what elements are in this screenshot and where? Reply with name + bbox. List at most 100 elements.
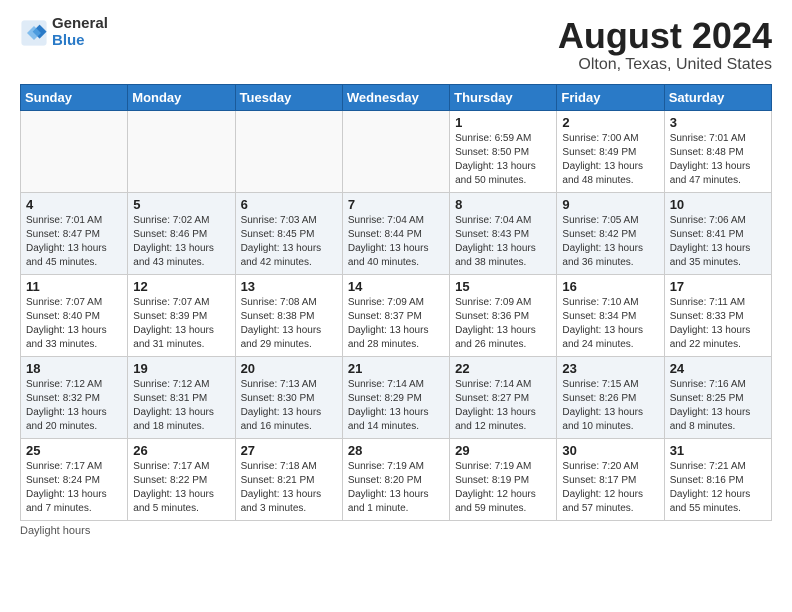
calendar-cell: 8 Sunrise: 7:04 AM Sunset: 8:43 PM Daylig… <box>450 192 557 274</box>
logo-icon <box>20 19 48 47</box>
day-number: 21 <box>348 361 444 376</box>
day-number: 16 <box>562 279 658 294</box>
day-number: 1 <box>455 115 551 130</box>
calendar-cell: 18Sunrise: 7:12 AM Sunset: 8:32 PM Dayli… <box>21 356 128 438</box>
calendar-cell: 10 Sunrise: 7:06 AM Sunset: 8:41 PM Dayli… <box>664 192 771 274</box>
day-number: 12 <box>133 279 229 294</box>
logo: General Blue <box>20 16 108 49</box>
calendar-cell <box>235 110 342 192</box>
day-info: Sunrise: 7:17 AM Sunset: 8:22 PM Dayligh… <box>133 460 229 516</box>
day-info: Sunrise: 7:07 AM Sunset: 8:39 PM Dayligh… <box>133 296 229 352</box>
day-number: 15 <box>455 279 551 294</box>
day-info: Sunrise: 7:20 AM Sunset: 8:17 PM Dayligh… <box>562 460 658 516</box>
calendar-cell: 17 Sunrise: 7:11 AM Sunset: 8:33 PM Dayli… <box>664 274 771 356</box>
day-number: 23 <box>562 361 658 376</box>
calendar-cell: 11 Sunrise: 7:07 AM Sunset: 8:40 PM Dayli… <box>21 274 128 356</box>
day-info: Sunrise: 7:12 AM Sunset: 8:31 PM Dayligh… <box>133 378 229 434</box>
calendar-cell: 24Sunrise: 7:16 AM Sunset: 8:25 PM Dayli… <box>664 356 771 438</box>
calendar-cell: 16 Sunrise: 7:10 AM Sunset: 8:34 PM Dayli… <box>557 274 664 356</box>
calendar-cell: 30 Sunrise: 7:20 AM Sunset: 8:17 PM Dayli… <box>557 438 664 520</box>
day-number: 19 <box>133 361 229 376</box>
calendar-cell: 26 Sunrise: 7:17 AM Sunset: 8:22 PM Dayli… <box>128 438 235 520</box>
day-info: Sunrise: 7:14 AM Sunset: 8:27 PM Dayligh… <box>455 378 551 434</box>
day-number: 8 <box>455 197 551 212</box>
day-info: Sunrise: 7:15 AM Sunset: 8:26 PM Dayligh… <box>562 378 658 434</box>
day-info: Sunrise: 7:06 AM Sunset: 8:41 PM Dayligh… <box>670 214 766 270</box>
day-number: 31 <box>670 443 766 458</box>
day-info: Sunrise: 7:04 AM Sunset: 8:43 PM Dayligh… <box>455 214 551 270</box>
day-number: 3 <box>670 115 766 130</box>
day-number: 7 <box>348 197 444 212</box>
logo-text: General Blue <box>52 16 108 49</box>
logo-line2: Blue <box>52 33 108 50</box>
title-block: August 2024 Olton, Texas, United States <box>558 16 772 74</box>
calendar-cell: 23 Sunrise: 7:15 AM Sunset: 8:26 PM Dayli… <box>557 356 664 438</box>
calendar-header-thursday: Thursday <box>450 84 557 110</box>
calendar-header-row: SundayMondayTuesdayWednesdayThursdayFrid… <box>21 84 772 110</box>
calendar-cell: 20 Sunrise: 7:13 AM Sunset: 8:30 PM Dayli… <box>235 356 342 438</box>
day-info: Sunrise: 7:05 AM Sunset: 8:42 PM Dayligh… <box>562 214 658 270</box>
day-info: Sunrise: 7:12 AM Sunset: 8:32 PM Dayligh… <box>26 378 122 434</box>
day-number: 28 <box>348 443 444 458</box>
calendar-cell: 3Sunrise: 7:01 AM Sunset: 8:48 PM Daylig… <box>664 110 771 192</box>
calendar-cell: 21Sunrise: 7:14 AM Sunset: 8:29 PM Dayli… <box>342 356 449 438</box>
calendar-cell <box>128 110 235 192</box>
day-info: Sunrise: 7:17 AM Sunset: 8:24 PM Dayligh… <box>26 460 122 516</box>
day-info: Sunrise: 7:19 AM Sunset: 8:19 PM Dayligh… <box>455 460 551 516</box>
day-number: 6 <box>241 197 337 212</box>
day-info: Sunrise: 7:08 AM Sunset: 8:38 PM Dayligh… <box>241 296 337 352</box>
calendar-cell: 1Sunrise: 6:59 AM Sunset: 8:50 PM Daylig… <box>450 110 557 192</box>
day-info: Sunrise: 7:18 AM Sunset: 8:21 PM Dayligh… <box>241 460 337 516</box>
logo-line1: General <box>52 16 108 33</box>
calendar-table: SundayMondayTuesdayWednesdayThursdayFrid… <box>20 84 772 521</box>
calendar-cell: 12 Sunrise: 7:07 AM Sunset: 8:39 PM Dayli… <box>128 274 235 356</box>
calendar-cell: 19 Sunrise: 7:12 AM Sunset: 8:31 PM Dayli… <box>128 356 235 438</box>
day-number: 5 <box>133 197 229 212</box>
day-number: 22 <box>455 361 551 376</box>
day-number: 9 <box>562 197 658 212</box>
day-number: 25 <box>26 443 122 458</box>
day-number: 17 <box>670 279 766 294</box>
calendar-week-1: 1Sunrise: 6:59 AM Sunset: 8:50 PM Daylig… <box>21 110 772 192</box>
footer-note: Daylight hours <box>20 525 772 537</box>
calendar-cell: 14 Sunrise: 7:09 AM Sunset: 8:37 PM Dayli… <box>342 274 449 356</box>
calendar-cell: 4 Sunrise: 7:01 AM Sunset: 8:47 PM Daylig… <box>21 192 128 274</box>
calendar-week-2: 4 Sunrise: 7:01 AM Sunset: 8:47 PM Daylig… <box>21 192 772 274</box>
day-info: Sunrise: 7:01 AM Sunset: 8:47 PM Dayligh… <box>26 214 122 270</box>
header: General Blue August 2024 Olton, Texas, U… <box>20 16 772 74</box>
calendar-cell: 13 Sunrise: 7:08 AM Sunset: 8:38 PM Dayli… <box>235 274 342 356</box>
calendar-cell: 29Sunrise: 7:19 AM Sunset: 8:19 PM Dayli… <box>450 438 557 520</box>
calendar-header-sunday: Sunday <box>21 84 128 110</box>
day-number: 2 <box>562 115 658 130</box>
day-number: 4 <box>26 197 122 212</box>
day-info: Sunrise: 7:10 AM Sunset: 8:34 PM Dayligh… <box>562 296 658 352</box>
calendar-header-friday: Friday <box>557 84 664 110</box>
day-number: 30 <box>562 443 658 458</box>
day-number: 20 <box>241 361 337 376</box>
day-number: 13 <box>241 279 337 294</box>
page: General Blue August 2024 Olton, Texas, U… <box>0 0 792 547</box>
calendar-week-5: 25 Sunrise: 7:17 AM Sunset: 8:24 PM Dayli… <box>21 438 772 520</box>
day-info: Sunrise: 7:21 AM Sunset: 8:16 PM Dayligh… <box>670 460 766 516</box>
day-info: Sunrise: 7:13 AM Sunset: 8:30 PM Dayligh… <box>241 378 337 434</box>
calendar-week-3: 11 Sunrise: 7:07 AM Sunset: 8:40 PM Dayli… <box>21 274 772 356</box>
day-info: Sunrise: 7:00 AM Sunset: 8:49 PM Dayligh… <box>562 132 658 188</box>
day-number: 11 <box>26 279 122 294</box>
day-info: Sunrise: 7:09 AM Sunset: 8:37 PM Dayligh… <box>348 296 444 352</box>
calendar-cell: 31 Sunrise: 7:21 AM Sunset: 8:16 PM Dayli… <box>664 438 771 520</box>
day-info: Sunrise: 7:11 AM Sunset: 8:33 PM Dayligh… <box>670 296 766 352</box>
calendar-cell: 7Sunrise: 7:04 AM Sunset: 8:44 PM Daylig… <box>342 192 449 274</box>
calendar-cell: 6Sunrise: 7:03 AM Sunset: 8:45 PM Daylig… <box>235 192 342 274</box>
calendar-header-monday: Monday <box>128 84 235 110</box>
day-info: Sunrise: 7:07 AM Sunset: 8:40 PM Dayligh… <box>26 296 122 352</box>
calendar-cell <box>21 110 128 192</box>
day-number: 24 <box>670 361 766 376</box>
calendar-cell <box>342 110 449 192</box>
calendar-cell: 2 Sunrise: 7:00 AM Sunset: 8:49 PM Daylig… <box>557 110 664 192</box>
day-number: 14 <box>348 279 444 294</box>
day-number: 26 <box>133 443 229 458</box>
day-info: Sunrise: 7:09 AM Sunset: 8:36 PM Dayligh… <box>455 296 551 352</box>
calendar-header-wednesday: Wednesday <box>342 84 449 110</box>
location: Olton, Texas, United States <box>558 56 772 74</box>
day-number: 10 <box>670 197 766 212</box>
